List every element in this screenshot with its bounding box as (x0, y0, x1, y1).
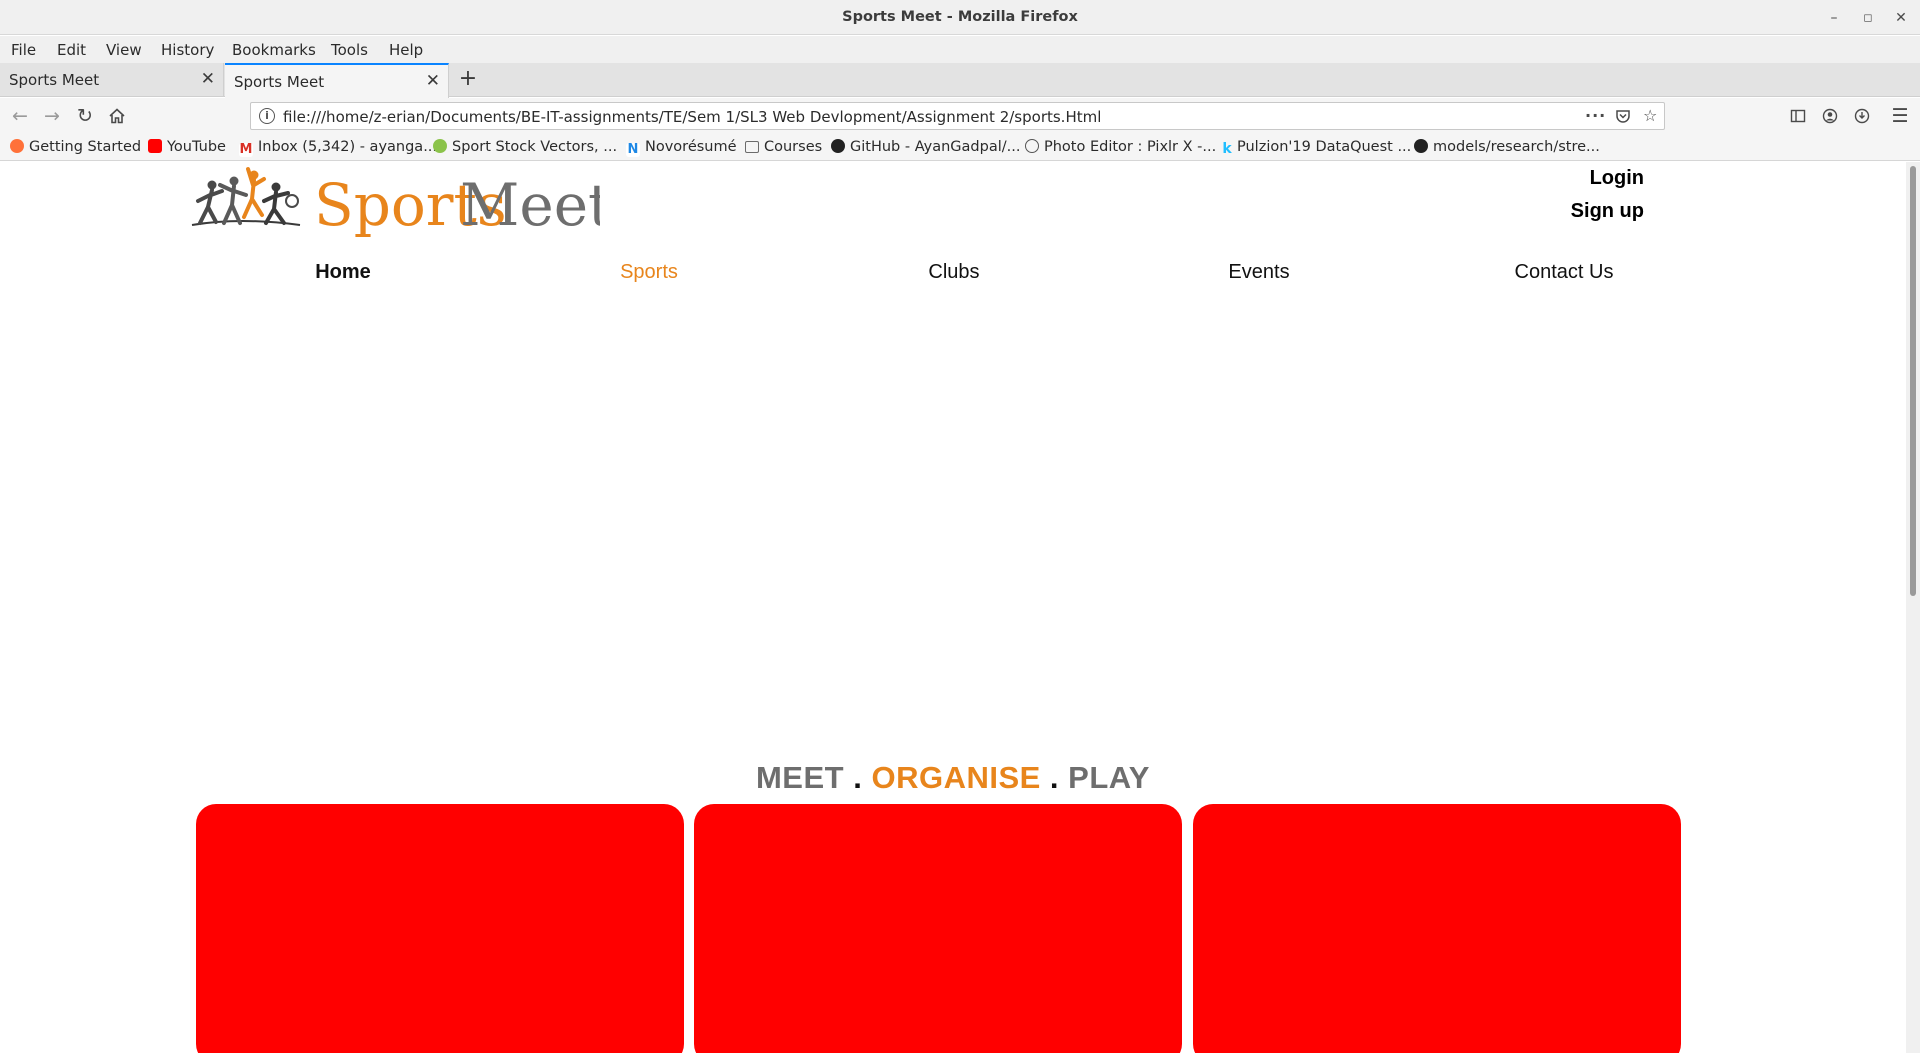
bookmark-label: models/research/stre... (1433, 139, 1600, 155)
login-link[interactable]: Login (1590, 167, 1644, 190)
library-icon[interactable] (1787, 105, 1809, 127)
new-tab-icon[interactable]: + (455, 66, 481, 92)
page-viewport: Sports Meets Login Sign up Home Sports C… (0, 162, 1906, 1053)
bookmark-inbox[interactable]: M Inbox (5,342) - ayanga... (239, 139, 437, 157)
close-tab-icon[interactable]: ✕ (201, 69, 215, 89)
menu-edit[interactable]: Edit (57, 41, 86, 59)
tagline-meet: MEET (755, 760, 845, 795)
folder-icon (745, 141, 759, 153)
feature-card-1[interactable] (196, 804, 684, 1053)
account-icon[interactable] (1819, 105, 1841, 127)
tagline-separator: . (844, 760, 872, 795)
bookmark-label: GitHub - AyanGadpal/... (850, 139, 1021, 155)
novoresume-icon: N (626, 142, 640, 157)
bookmark-pulzion[interactable]: k Pulzion'19 DataQuest ... (1222, 139, 1411, 156)
github-icon (831, 139, 845, 153)
feature-card-2[interactable] (694, 804, 1182, 1053)
freepik-icon (433, 139, 447, 153)
bookmark-label: Inbox (5,342) - ayanga... (258, 139, 438, 155)
bookmark-github-ayangadpal[interactable]: GitHub - AyanGadpal/... (831, 139, 1020, 155)
page-actions-icon[interactable]: ··· (1585, 106, 1606, 125)
window-title: Sports Meet - Mozilla Firefox (842, 9, 1078, 25)
navigation-toolbar: ← → ↻ i file:///home/z-erian/Documents/B… (0, 98, 1920, 135)
window-title-bar: Sports Meet - Mozilla Firefox – ◻ ✕ (0, 0, 1920, 35)
tagline-separator: . (1040, 760, 1069, 795)
bookmark-label: Sport Stock Vectors, ... (452, 139, 618, 155)
menu-history[interactable]: History (161, 41, 214, 59)
kaggle-icon: k (1222, 141, 1232, 157)
bookmark-label: Pulzion'19 DataQuest ... (1237, 139, 1412, 155)
firefox-icon (10, 139, 24, 153)
tab-strip: Sports Meet ✕ Sports Meet ✕ + (0, 63, 1920, 98)
bookmark-pixlr[interactable]: Photo Editor : Pixlr X -... (1025, 139, 1216, 155)
menu-file[interactable]: File (11, 41, 36, 59)
address-bar[interactable]: i file:///home/z-erian/Documents/BE-IT-a… (250, 102, 1665, 130)
close-tab-icon[interactable]: ✕ (426, 71, 440, 91)
bookmark-youtube[interactable]: YouTube (148, 139, 226, 155)
reload-icon[interactable]: ↻ (73, 104, 97, 128)
bookmark-novoresume[interactable]: N Novorésumé (626, 139, 737, 157)
logo-text-meets: Meets (460, 171, 600, 239)
downloads-icon[interactable] (1851, 105, 1873, 127)
home-icon[interactable] (105, 104, 129, 128)
nav-home[interactable]: Home (243, 261, 443, 284)
bookmark-label: YouTube (167, 139, 226, 155)
tagline-organise: ORGANISE (871, 760, 1041, 795)
pocket-icon[interactable] (1615, 106, 1631, 128)
scrollbar-thumb[interactable] (1910, 166, 1916, 596)
tab-label: Sports Meet (234, 73, 325, 91)
tagline-play: PLAY (1068, 760, 1150, 795)
pixlr-icon (1025, 139, 1039, 153)
tab-label: Sports Meet (9, 71, 100, 89)
bookmark-star-icon[interactable]: ☆ (1643, 106, 1657, 125)
site-logo[interactable]: Sports Meets (190, 165, 641, 245)
bookmark-getting-started[interactable]: Getting Started (10, 139, 141, 155)
close-window-icon[interactable]: ✕ (1891, 8, 1911, 28)
url-text[interactable]: file:///home/z-erian/Documents/BE-IT-ass… (283, 108, 1101, 126)
nav-events[interactable]: Events (1159, 261, 1359, 284)
menu-tools[interactable]: Tools (331, 41, 368, 59)
sports-figures-icon: Sports Meets (191, 167, 641, 239)
maximize-icon[interactable]: ◻ (1858, 8, 1878, 28)
bookmark-courses[interactable]: Courses (745, 139, 822, 155)
bookmark-models-research[interactable]: models/research/stre... (1414, 139, 1600, 155)
bookmarks-toolbar: Getting Started YouTube M Inbox (5,342) -… (0, 135, 1920, 161)
page-scrollbar[interactable] (1906, 162, 1920, 1053)
menu-help[interactable]: Help (389, 41, 423, 59)
feature-card-3[interactable] (1193, 804, 1681, 1053)
nav-sports[interactable]: Sports (549, 261, 749, 284)
gmail-icon: M (239, 142, 253, 157)
site-info-icon[interactable]: i (259, 108, 275, 124)
forward-icon[interactable]: → (40, 104, 64, 128)
minimize-icon[interactable]: – (1824, 8, 1844, 28)
bookmark-label: Courses (764, 139, 823, 155)
bookmark-label: Getting Started (29, 139, 142, 155)
tab-sports-meet-1[interactable]: Sports Meet ✕ (0, 63, 224, 97)
tab-sports-meet-2[interactable]: Sports Meet ✕ (225, 63, 449, 98)
menu-bar: File Edit View History Bookmarks Tools H… (0, 36, 1920, 63)
github-icon (1414, 139, 1428, 153)
nav-clubs[interactable]: Clubs (854, 261, 1054, 284)
signup-link[interactable]: Sign up (1571, 200, 1644, 223)
bookmark-sport-stock-vectors[interactable]: Sport Stock Vectors, ... (433, 139, 617, 155)
back-icon[interactable]: ← (8, 104, 32, 128)
youtube-icon (148, 139, 162, 153)
nav-contact-us[interactable]: Contact Us (1464, 261, 1664, 284)
bookmark-label: Novorésumé (645, 139, 737, 155)
tagline: MEET . ORGANISE . PLAY (0, 760, 1906, 796)
bookmark-label: Photo Editor : Pixlr X -... (1044, 139, 1217, 155)
menu-view[interactable]: View (106, 41, 142, 59)
hamburger-menu-icon[interactable]: ☰ (1889, 105, 1911, 127)
menu-bookmarks[interactable]: Bookmarks (232, 41, 316, 59)
